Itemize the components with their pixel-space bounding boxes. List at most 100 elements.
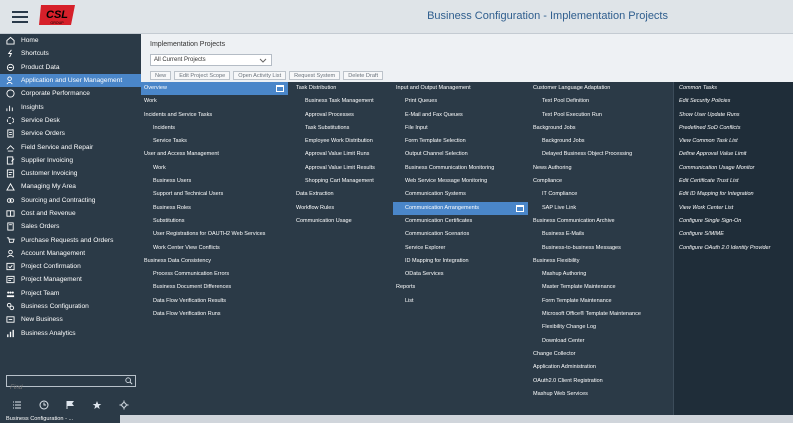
menu-item-customer-language-adaptation[interactable]: Customer Language Adaptation <box>530 82 670 95</box>
common-task-link[interactable]: Configure Single Sign-On <box>674 215 793 228</box>
menu-item-file-input[interactable]: File Input <box>393 122 528 135</box>
sidebar-item-corporate-performance[interactable]: Corporate Performance <box>0 87 141 100</box>
menu-item-user-registrations-for-oauth2-web-services[interactable]: User Registrations for OAUTH2 Web Servic… <box>141 228 288 241</box>
menu-item-list[interactable]: List <box>393 295 528 308</box>
sidebar-item-insights[interactable]: Insights <box>0 100 141 113</box>
open-in-new-window-icon[interactable] <box>276 85 284 92</box>
menu-item-shopping-cart-management[interactable]: Shopping Cart Management <box>293 175 391 188</box>
menu-item-process-communication-errors[interactable]: Process Communication Errors <box>141 268 288 281</box>
find-field[interactable] <box>6 375 136 393</box>
menu-item-web-service-message-monitoring[interactable]: Web Service Message Monitoring <box>393 175 528 188</box>
menu-item-business-data-consistency[interactable]: Business Data Consistency <box>141 255 288 268</box>
common-task-link[interactable]: Configure S/MIME <box>674 228 793 241</box>
menu-item-substitutions[interactable]: Substitutions <box>141 215 288 228</box>
menu-item-mashup-web-services[interactable]: Mashup Web Services <box>530 388 670 401</box>
common-task-link[interactable]: Configure OAuth 2.0 Identity Provider <box>674 242 793 255</box>
search-icon[interactable] <box>125 377 133 385</box>
menu-item-user-and-access-management[interactable]: User and Access Management <box>141 148 288 161</box>
menu-item-microsoft-office-template-maintenance[interactable]: Microsoft Office® Template Maintenance <box>530 308 670 321</box>
sidebar-item-purchase-requests-and-orders[interactable]: Purchase Requests and Orders <box>0 233 141 246</box>
sidebar-item-product-data[interactable]: Product Data <box>0 61 141 74</box>
menu-item-form-template-selection[interactable]: Form Template Selection <box>393 135 528 148</box>
request-system-button[interactable]: Request System <box>289 71 341 80</box>
menu-item-communication-scenarios[interactable]: Communication Scenarios <box>393 228 528 241</box>
menu-item-communication-systems[interactable]: Communication Systems <box>393 188 528 201</box>
delete-draft-button[interactable]: Delete Draft <box>343 71 384 80</box>
menu-item-form-template-maintenance[interactable]: Form Template Maintenance <box>530 295 670 308</box>
open-in-new-window-icon[interactable] <box>516 204 524 212</box>
open-activity-list-button[interactable]: Open Activity List <box>233 71 287 80</box>
menu-item-business-communication-monitoring[interactable]: Business Communication Monitoring <box>393 162 528 175</box>
menu-item-oauth2-0-client-registration[interactable]: OAuth2.0 Client Registration <box>530 375 670 388</box>
menu-item-business-communication-archive[interactable]: Business Communication Archive <box>530 215 670 228</box>
menu-item-print-queues[interactable]: Print Queues <box>393 95 528 108</box>
menu-item-compliance[interactable]: Compliance <box>530 175 670 188</box>
common-task-link[interactable]: Edit ID Mapping for Integration <box>674 188 793 201</box>
sidebar-item-managing-my-area[interactable]: Managing My Area <box>0 180 141 193</box>
sidebar-item-project-management[interactable]: Project Management <box>0 273 141 286</box>
menu-item-delayed-business-object-processing[interactable]: Delayed Business Object Processing <box>530 148 670 161</box>
common-task-link[interactable]: View Work Center List <box>674 202 793 215</box>
menu-item-business-task-management[interactable]: Business Task Management <box>293 95 391 108</box>
menu-item-e-mail-and-fax-queues[interactable]: E-Mail and Fax Queues <box>393 109 528 122</box>
menu-item-business-roles[interactable]: Business Roles <box>141 202 288 215</box>
menu-item-sap-live-link[interactable]: SAP Live Link <box>530 202 670 215</box>
menu-item-task-distribution[interactable]: Task Distribution <box>293 82 391 95</box>
menu-item-employee-work-distribution[interactable]: Employee Work Distribution <box>293 135 391 148</box>
menu-item-communication-certificates[interactable]: Communication Certificates <box>393 215 528 228</box>
list-icon[interactable] <box>12 400 22 410</box>
menu-item-data-flow-verification-results[interactable]: Data Flow Verification Results <box>141 295 288 308</box>
menu-item-workflow-rules[interactable]: Workflow Rules <box>293 202 391 215</box>
menu-item-incidents-and-service-tasks[interactable]: Incidents and Service Tasks <box>141 109 288 122</box>
sidebar-item-account-management[interactable]: Account Management <box>0 247 141 260</box>
sidebar-item-business-configuration[interactable]: Business Configuration <box>0 300 141 313</box>
menu-item-business-flexibility[interactable]: Business Flexibility <box>530 255 670 268</box>
menu-item-data-extraction[interactable]: Data Extraction <box>293 188 391 201</box>
menu-item-communication-usage[interactable]: Communication Usage <box>293 215 391 228</box>
sidebar-item-application-and-user-management[interactable]: Application and User Management <box>0 73 141 88</box>
sidebar-item-service-desk[interactable]: Service Desk <box>0 114 141 127</box>
menu-item-overview[interactable]: Overview <box>141 82 288 96</box>
menu-item-business-users[interactable]: Business Users <box>141 175 288 188</box>
menu-item-application-administration[interactable]: Application Administration <box>530 361 670 374</box>
menu-item-text-pool-definition[interactable]: Text Pool Definition <box>530 95 670 108</box>
menu-item-approval-processes[interactable]: Approval Processes <box>293 109 391 122</box>
menu-item-business-to-business-messages[interactable]: Business-to-business Messages <box>530 242 670 255</box>
sidebar-item-sourcing-and-contracting[interactable]: Sourcing and Contracting <box>0 194 141 207</box>
menu-item-news-authoring[interactable]: News Authoring <box>530 162 670 175</box>
common-task-link[interactable]: Predefined SoD Conflicts <box>674 122 793 135</box>
menu-item-flexibility-change-log[interactable]: Flexibility Change Log <box>530 321 670 334</box>
common-task-link[interactable]: Edit Security Policies <box>674 95 793 108</box>
menu-item-approval-value-limit-results[interactable]: Approval Value Limit Results <box>293 162 391 175</box>
sidebar-item-sales-orders[interactable]: Sales Orders <box>0 220 141 233</box>
sidebar-item-project-confirmation[interactable]: Project Confirmation <box>0 260 141 273</box>
menu-item-work[interactable]: Work <box>141 162 288 175</box>
project-filter-select[interactable]: All Current Projects <box>150 54 272 66</box>
sidebar-item-shortcuts[interactable]: Shortcuts <box>0 47 141 60</box>
menu-item-mashup-authoring[interactable]: Mashup Authoring <box>530 268 670 281</box>
menu-item-communication-arrangements[interactable]: Communication Arrangements <box>393 201 528 215</box>
new-button[interactable]: New <box>150 71 172 80</box>
menu-item-reports[interactable]: Reports <box>393 281 528 294</box>
menu-item-data-flow-verification-runs[interactable]: Data Flow Verification Runs <box>141 308 288 321</box>
menu-item-task-substitutions[interactable]: Task Substitutions <box>293 122 391 135</box>
edit-project-scope-button[interactable]: Edit Project Scope <box>174 71 231 80</box>
menu-item-background-jobs[interactable]: Background Jobs <box>530 135 670 148</box>
sidebar-item-service-orders[interactable]: Service Orders <box>0 127 141 140</box>
sidebar-item-new-business[interactable]: New Business <box>0 313 141 326</box>
settings-icon[interactable] <box>119 400 129 410</box>
menu-item-approval-value-limit-runs[interactable]: Approval Value Limit Runs <box>293 148 391 161</box>
star-icon[interactable] <box>92 400 102 410</box>
sidebar-item-customer-invoicing[interactable]: Customer Invoicing <box>0 167 141 180</box>
menu-item-background-jobs[interactable]: Background Jobs <box>530 122 670 135</box>
menu-item-download-center[interactable]: Download Center <box>530 335 670 348</box>
menu-item-work-center-view-conflicts[interactable]: Work Center View Conflicts <box>141 242 288 255</box>
menu-item-support-and-technical-users[interactable]: Support and Technical Users <box>141 188 288 201</box>
menu-item-text-pool-execution-run[interactable]: Text Pool Execution Run <box>530 109 670 122</box>
common-task-link[interactable]: Edit Certificate Trust List <box>674 175 793 188</box>
common-task-link[interactable]: Show User Update Runs <box>674 109 793 122</box>
menu-item-it-compliance[interactable]: IT Compliance <box>530 188 670 201</box>
menu-item-service-explorer[interactable]: Service Explorer <box>393 242 528 255</box>
sidebar-item-cost-and-revenue[interactable]: Cost and Revenue <box>0 207 141 220</box>
common-task-link[interactable]: Communication Usage Monitor <box>674 162 793 175</box>
